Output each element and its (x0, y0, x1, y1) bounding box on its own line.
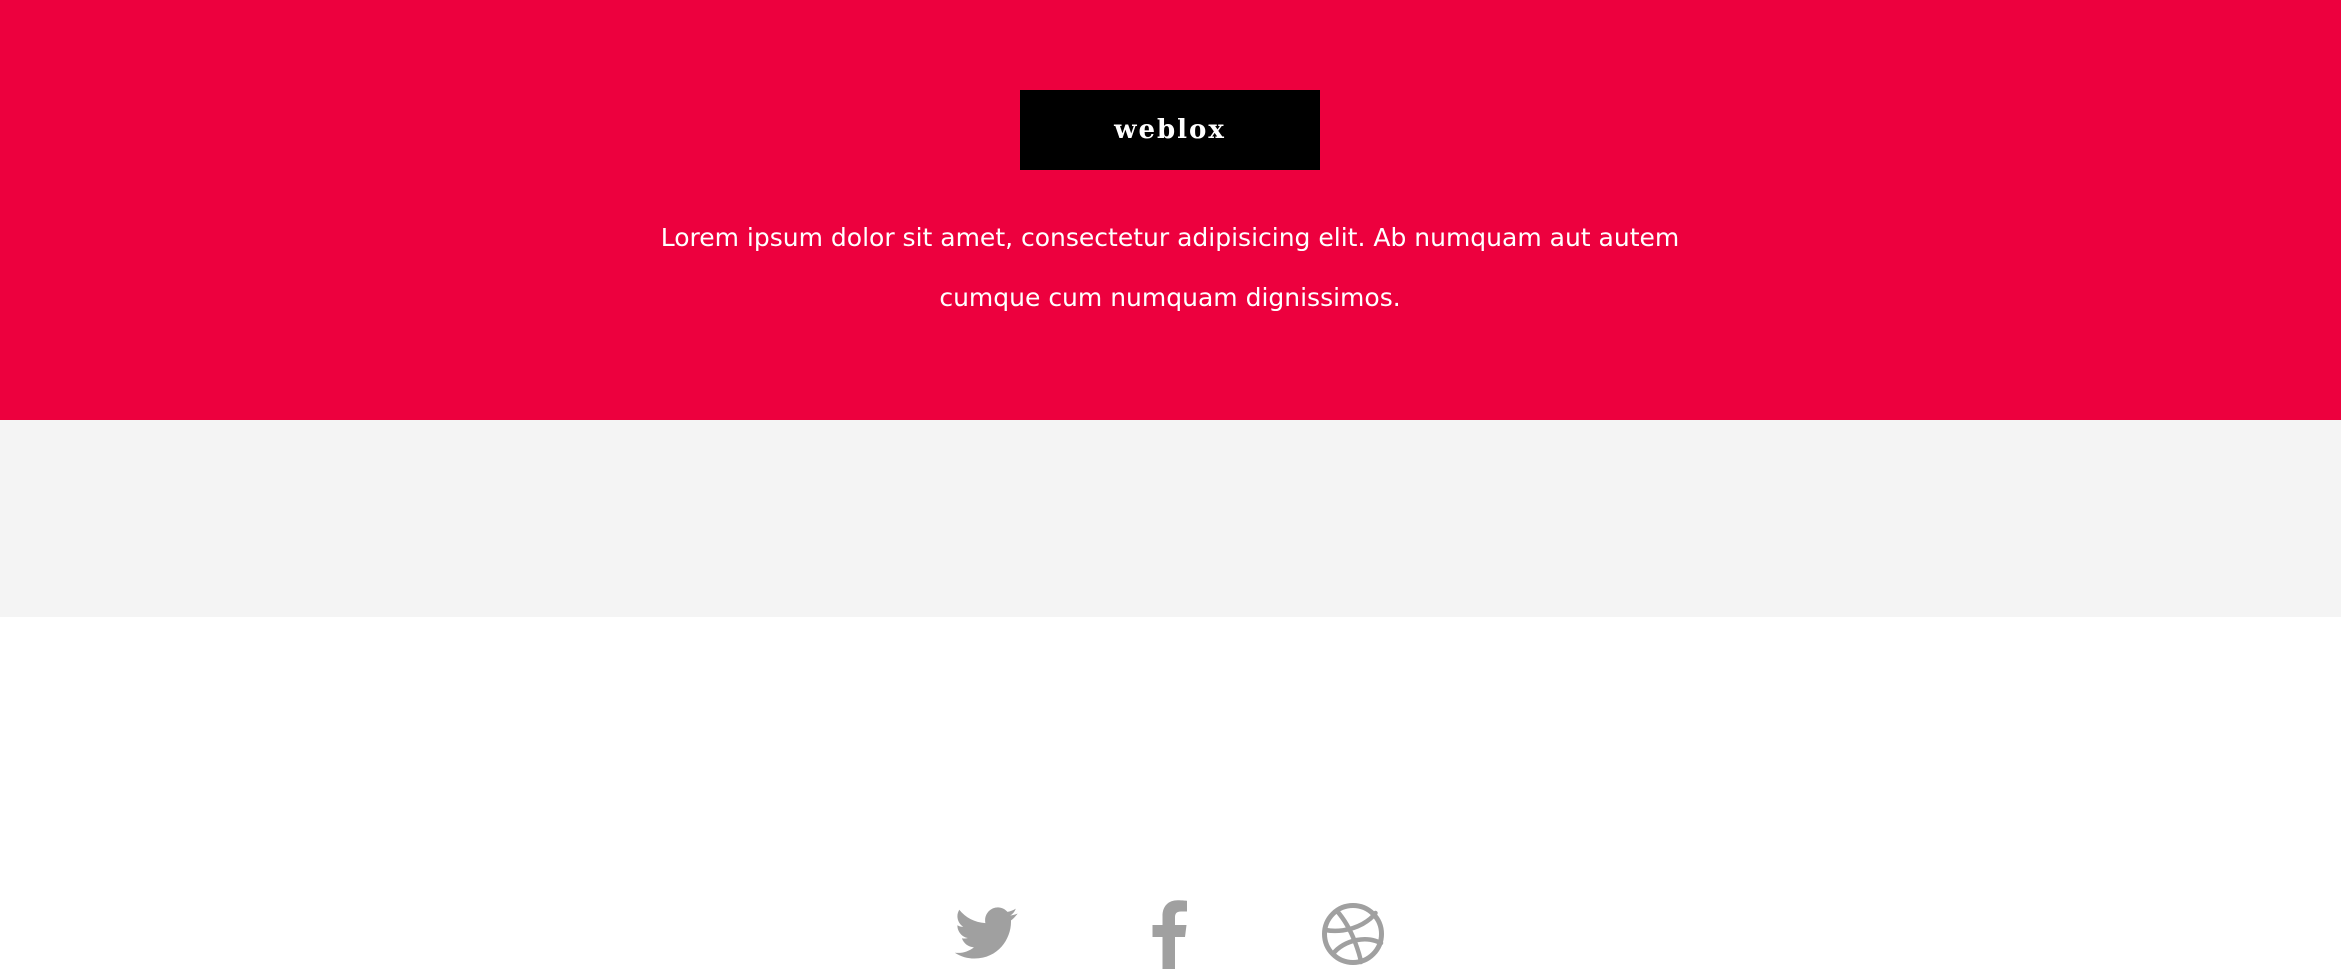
twitter-icon (955, 907, 1019, 961)
hero-tagline: Lorem ipsum dolor sit amet, consectetur … (660, 223, 1680, 312)
twitter-link[interactable] (947, 894, 1027, 974)
facebook-icon (1151, 899, 1189, 969)
dribbble-icon (1321, 902, 1385, 966)
footer (0, 420, 2341, 969)
dribbble-link[interactable] (1313, 894, 1393, 974)
logo-text: weblox (1114, 115, 1226, 145)
hero-section: weblox Lorem ipsum dolor sit amet, conse… (0, 0, 2341, 420)
facebook-link[interactable] (1130, 894, 1210, 974)
logo-box[interactable]: weblox (1020, 90, 1320, 170)
